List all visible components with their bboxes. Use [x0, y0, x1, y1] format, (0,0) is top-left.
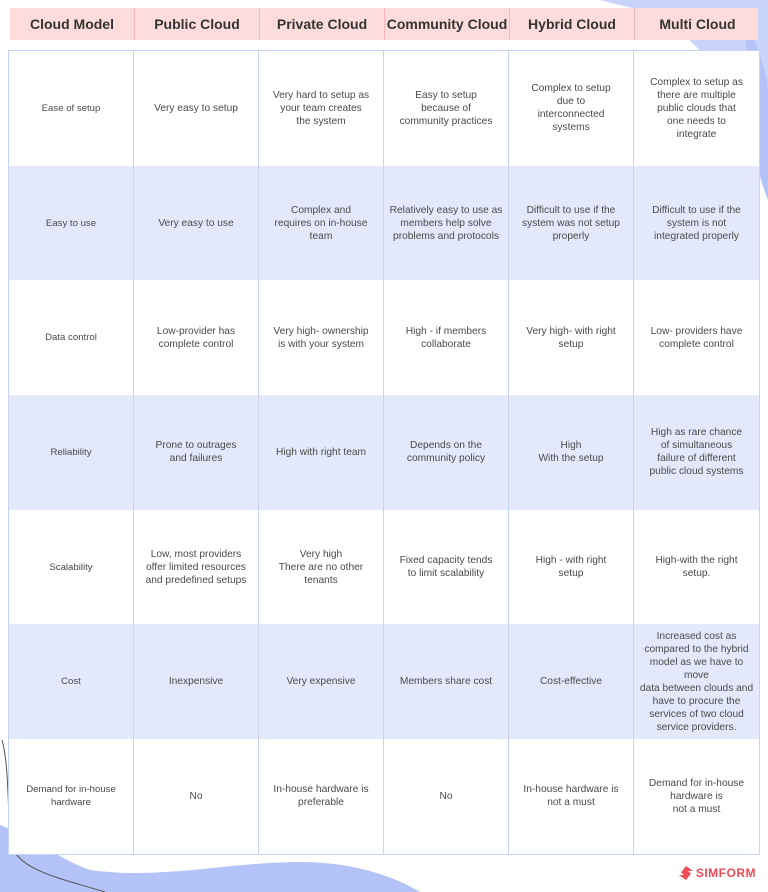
table-cell: Complex to setup due to interconnected s…	[509, 51, 634, 166]
table-cell: Complex to setup as there are multiple p…	[650, 76, 743, 140]
table-cell: Depends on the community policy	[384, 395, 509, 510]
row-label: Easy to use	[9, 165, 134, 281]
table-cell: High - with right setup	[509, 509, 634, 625]
table-cell: High-with the right setup.	[655, 555, 738, 580]
table-cell: Fixed capacity tends to limit scalabilit…	[384, 509, 509, 625]
table-cell: In-house hardware is not a must	[509, 739, 634, 854]
table-row-easy-to-use: Easy to use Very easy to use Complex and…	[9, 165, 759, 281]
comparison-table: Ease of setup Very easy to setup Very ha…	[8, 50, 760, 855]
row-label: Demand for in-house hardware	[9, 739, 134, 854]
table-cell: High With the setup	[509, 395, 634, 510]
simform-logo: SIMFORM	[678, 866, 756, 880]
table-cell: Very high- ownership is with your system	[259, 280, 384, 396]
table-cell: Demand for in-house hardware is not a mu…	[648, 777, 745, 815]
table-cell: Prone to outrages and failures	[134, 395, 259, 510]
table-row-in-house-hardware: Demand for in-house hardware No In-house…	[9, 739, 759, 854]
table-cell: Very high- with right setup	[509, 280, 634, 396]
table-cell: No	[134, 739, 259, 854]
row-label: Cost	[9, 624, 134, 740]
table-cell: Very easy to use	[134, 165, 259, 281]
header-multi-cloud: Multi Cloud	[659, 16, 736, 32]
table-cell: Low, most providers offer limited resour…	[134, 509, 259, 625]
row-label: Ease of setup	[9, 51, 134, 166]
table-cell: Difficult to use if the system is not in…	[652, 204, 741, 242]
row-label: Data control	[9, 280, 134, 396]
table-cell: High with right team	[259, 395, 384, 510]
table-cell: Relatively easy to use as members help s…	[384, 165, 509, 281]
table-cell: Members share cost	[384, 624, 509, 740]
table-cell: In-house hardware is preferable	[259, 739, 384, 854]
logo-text: SIMFORM	[695, 866, 756, 880]
row-label: Reliability	[9, 395, 134, 510]
table-cell: Cost-effective	[509, 624, 634, 740]
header-hybrid-cloud: Hybrid Cloud	[510, 8, 635, 40]
table-cell: Increased cost as compared to the hybrid…	[639, 630, 754, 733]
row-label: Scalability	[9, 509, 134, 625]
table-cell: Difficult to use if the system was not s…	[509, 165, 634, 281]
table-header-row: Cloud Model Public Cloud Private Cloud C…	[10, 8, 758, 40]
table-cell: Inexpensive	[134, 624, 259, 740]
header-cloud-model: Cloud Model	[10, 8, 135, 40]
table-row-cost: Cost Inexpensive Very expensive Members …	[9, 624, 759, 740]
header-public-cloud: Public Cloud	[135, 8, 260, 40]
table-cell: Easy to setup because of community pract…	[384, 51, 509, 166]
simform-logo-icon	[678, 866, 693, 880]
table-cell: Very easy to setup	[134, 51, 259, 166]
table-cell: Very expensive	[259, 624, 384, 740]
table-row-scalability: Scalability Low, most providers offer li…	[9, 509, 759, 625]
table-cell: Complex and requires on in-house team	[259, 165, 384, 281]
header-private-cloud: Private Cloud	[260, 8, 385, 40]
table-cell: Very hard to setup as your team creates …	[259, 51, 384, 166]
table-row-data-control: Data control Low-provider has complete c…	[9, 280, 759, 396]
table-cell: No	[384, 739, 509, 854]
header-community-cloud: Community Cloud	[385, 8, 510, 40]
table-cell: High as rare chance of simultaneous fail…	[649, 427, 744, 478]
table-cell: Low- providers have complete control	[650, 325, 743, 350]
table-row-ease-of-setup: Ease of setup Very easy to setup Very ha…	[9, 51, 759, 166]
table-cell: Very high There are no other tenants	[259, 509, 384, 625]
table-cell: Low-provider has complete control	[134, 280, 259, 396]
table-cell: High - if members collaborate	[384, 280, 509, 396]
table-row-reliability: Reliability Prone to outrages and failur…	[9, 395, 759, 510]
